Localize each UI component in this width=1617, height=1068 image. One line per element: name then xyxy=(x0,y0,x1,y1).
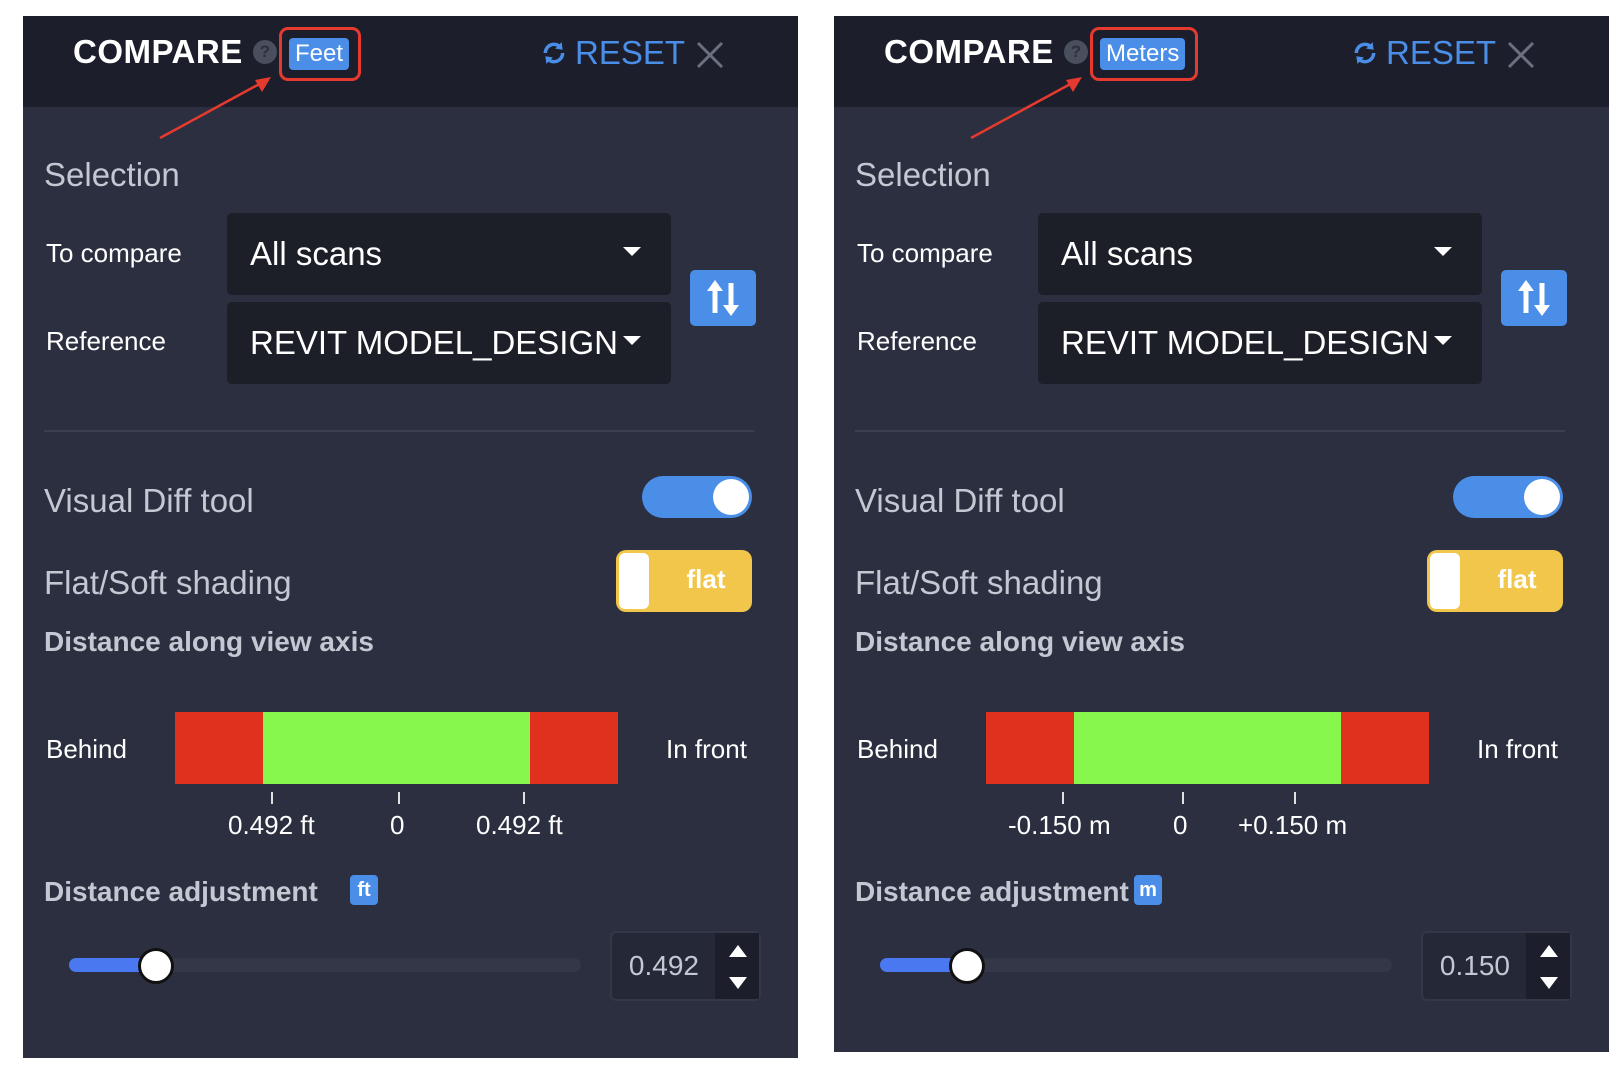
distance-color-bar xyxy=(175,712,618,784)
arrow-down-icon[interactable] xyxy=(1540,977,1558,989)
in-range-segment xyxy=(1074,712,1341,784)
in-front-label: In front xyxy=(666,734,747,764)
shading-label: Flat/Soft shading xyxy=(855,564,1103,601)
selection-heading: Selection xyxy=(44,156,180,193)
unit-icon: ft xyxy=(350,875,378,905)
shading-toggle[interactable]: flat xyxy=(616,550,752,612)
arrow-up-icon[interactable] xyxy=(1540,945,1558,957)
arrow-down-icon[interactable] xyxy=(729,977,747,989)
distance-axis-heading: Distance along view axis xyxy=(44,626,374,657)
tick-label-right: 0.492 ft xyxy=(476,810,563,840)
tick-label-center: 0 xyxy=(1173,810,1188,840)
chevron-down-icon xyxy=(623,336,641,345)
swap-button[interactable] xyxy=(1501,270,1567,326)
section-divider xyxy=(44,430,754,432)
reference-value: REVIT MODEL_DESIGN xyxy=(1061,324,1429,361)
compare-panel-feet: COMPARE ? Feet RESET Selection To compar… xyxy=(23,16,798,1058)
visual-diff-toggle[interactable] xyxy=(1453,476,1563,518)
stepper xyxy=(715,933,759,999)
to-compare-label: To compare xyxy=(857,238,993,268)
tick-label-left: -0.150 m xyxy=(1008,810,1111,840)
shading-value: flat xyxy=(686,564,726,594)
front-out-of-range-segment xyxy=(1341,712,1429,784)
reference-label: Reference xyxy=(857,326,977,356)
tick-label-center: 0 xyxy=(390,810,405,840)
swap-button[interactable] xyxy=(690,270,756,326)
shading-label: Flat/Soft shading xyxy=(44,564,292,601)
tick-mark xyxy=(398,792,400,804)
toggle-knob xyxy=(619,553,649,609)
distance-axis-heading: Distance along view axis xyxy=(855,626,1185,657)
distance-slider-thumb[interactable] xyxy=(138,948,174,984)
to-compare-dropdown[interactable]: All scans xyxy=(227,213,671,295)
behind-label: Behind xyxy=(46,734,127,764)
reference-value: REVIT MODEL_DESIGN xyxy=(250,324,618,361)
reference-label: Reference xyxy=(46,326,166,356)
tick-mark xyxy=(271,792,273,804)
to-compare-label: To compare xyxy=(46,238,182,268)
chevron-down-icon xyxy=(1434,336,1452,345)
chevron-down-icon xyxy=(1434,247,1452,256)
distance-value: 0.492 xyxy=(628,950,699,981)
visual-diff-label: Visual Diff tool xyxy=(44,482,254,519)
tick-mark xyxy=(1294,792,1296,804)
tick-label-right: +0.150 m xyxy=(1238,810,1348,840)
visual-diff-toggle[interactable] xyxy=(642,476,752,518)
to-compare-value: All scans xyxy=(1061,235,1194,272)
toggle-knob xyxy=(713,479,749,515)
tick-mark xyxy=(1062,792,1064,804)
unit-icon: m xyxy=(1134,875,1162,905)
annotation-arrow xyxy=(159,77,271,140)
chevron-down-icon xyxy=(623,247,641,256)
front-out-of-range-segment xyxy=(530,712,618,784)
distance-color-bar xyxy=(986,712,1429,784)
distance-number-input[interactable]: 0.492 xyxy=(610,931,761,1001)
to-compare-dropdown[interactable]: All scans xyxy=(1038,213,1482,295)
tick-mark xyxy=(1182,792,1184,804)
section-divider xyxy=(855,430,1565,432)
swap-vertical-icon xyxy=(1518,280,1550,316)
selection-heading: Selection xyxy=(855,156,991,193)
to-compare-value: All scans xyxy=(250,235,383,272)
behind-out-of-range-segment xyxy=(986,712,1074,784)
annotation-arrow xyxy=(970,77,1082,140)
swap-vertical-icon xyxy=(707,280,739,316)
distance-value: 0.150 xyxy=(1439,950,1510,981)
distance-number-input[interactable]: 0.150 xyxy=(1421,931,1572,1001)
tick-mark xyxy=(523,792,525,804)
tick-label-left: 0.492 ft xyxy=(228,810,315,840)
in-range-segment xyxy=(263,712,530,784)
distance-adjustment-heading: Distance adjustment xyxy=(855,876,1129,907)
distance-adjustment-heading: Distance adjustment xyxy=(44,876,318,907)
reference-dropdown[interactable]: REVIT MODEL_DESIGN xyxy=(227,302,671,384)
toggle-knob xyxy=(1524,479,1560,515)
stepper xyxy=(1526,933,1570,999)
compare-panel-meters: COMPARE ? Meters RESET Selection To comp… xyxy=(834,16,1609,1052)
behind-out-of-range-segment xyxy=(175,712,263,784)
behind-label: Behind xyxy=(857,734,938,764)
shading-toggle[interactable]: flat xyxy=(1427,550,1563,612)
arrow-up-icon[interactable] xyxy=(729,945,747,957)
shading-value: flat xyxy=(1497,564,1537,594)
distance-slider-thumb[interactable] xyxy=(949,948,985,984)
reference-dropdown[interactable]: REVIT MODEL_DESIGN xyxy=(1038,302,1482,384)
in-front-label: In front xyxy=(1477,734,1558,764)
visual-diff-label: Visual Diff tool xyxy=(855,482,1065,519)
toggle-knob xyxy=(1430,553,1460,609)
